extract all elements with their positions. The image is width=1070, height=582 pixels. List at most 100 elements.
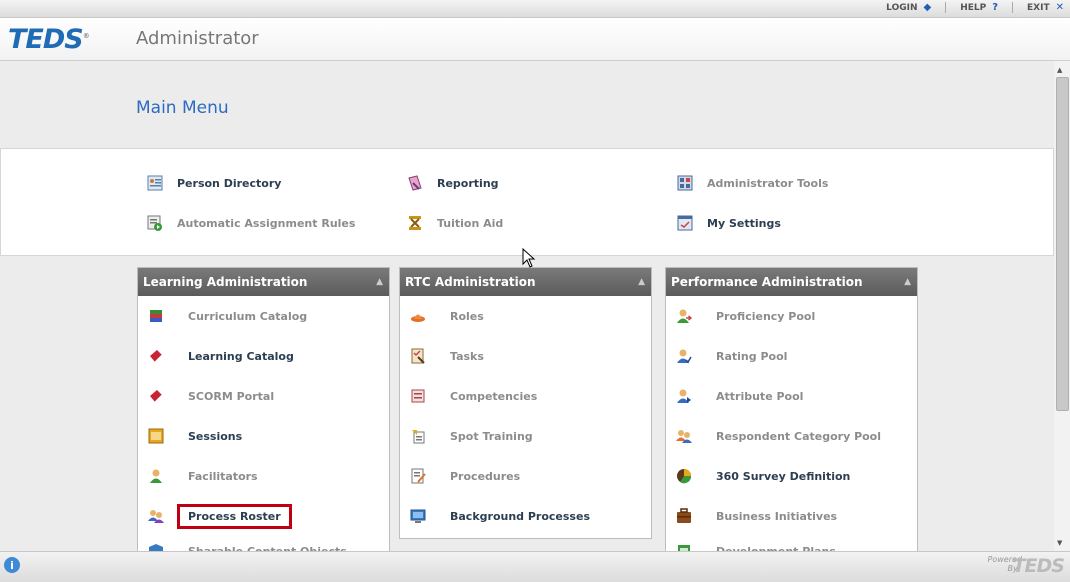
menu-item-roles[interactable]: Roles <box>400 296 651 336</box>
menu-item-spot-training[interactable]: Spot Training <box>400 416 651 456</box>
quick-link-my-settings[interactable]: My Settings <box>677 215 781 231</box>
exit-link[interactable]: EXIT ✕ <box>1027 2 1064 13</box>
menu-item-business-initiatives[interactable]: Business Initiatives <box>666 496 917 536</box>
process-roster-highlight[interactable]: Process Roster <box>177 503 292 529</box>
page-title: Main Menu <box>136 98 229 118</box>
menu-item-competencies[interactable]: Competencies <box>400 376 651 416</box>
tasks-icon <box>410 348 426 364</box>
menu-item-facilitators[interactable]: Facilitators <box>138 456 389 496</box>
roster-icon <box>148 508 164 524</box>
procedures-icon <box>410 468 426 484</box>
login-label: LOGIN <box>886 2 918 13</box>
scroll-down-icon[interactable]: ▼ <box>1057 539 1062 547</box>
help-link[interactable]: HELP ? <box>960 2 998 13</box>
respondent-icon <box>676 428 692 444</box>
quick-links: Person Directory Reporting Administrator… <box>0 148 1054 256</box>
person-icon <box>148 468 164 484</box>
menu-item-label: Background Processes <box>450 509 590 523</box>
panel-title: Learning Administration <box>143 275 308 289</box>
mouse-cursor-icon <box>522 247 536 271</box>
help-label: HELP <box>960 2 987 13</box>
survey-icon <box>676 468 692 484</box>
menu-item-label: Curriculum Catalog <box>188 309 308 323</box>
menu-item-proficiency-pool[interactable]: Proficiency Pool <box>666 296 917 336</box>
admin-tools-icon <box>677 175 693 191</box>
footer-teds-logo: TEDS <box>1012 555 1065 577</box>
menu-item-360-survey-definition[interactable]: 360 Survey Definition <box>666 456 917 496</box>
menu-item-learning-catalog[interactable]: Learning Catalog <box>138 336 389 376</box>
panel-header[interactable]: Learning Administration ▲ <box>138 268 389 296</box>
menu-item-label: Spot Training <box>450 429 533 443</box>
menu-item-label: Business Initiatives <box>716 509 838 523</box>
diamond-icon: ◆ <box>923 2 932 13</box>
quick-link-automatic-assignment-rules[interactable]: Automatic Assignment Rules <box>147 215 355 231</box>
question-icon: ? <box>992 2 999 13</box>
attribute-icon <box>676 388 692 404</box>
login-link[interactable]: LOGIN ◆ <box>886 2 931 13</box>
reporting-icon <box>407 175 423 191</box>
footer-bar: i Powered By TEDS <box>0 551 1070 582</box>
quick-link-label: Reporting <box>437 176 499 190</box>
chevron-up-icon[interactable]: ▲ <box>904 277 911 287</box>
book-icon <box>148 348 164 364</box>
settings-icon <box>677 215 693 231</box>
info-icon[interactable]: i <box>4 557 20 573</box>
person-directory-icon <box>147 175 163 191</box>
menu-item-process-roster[interactable]: Process Roster <box>138 496 389 536</box>
assignment-rules-icon <box>147 215 163 231</box>
quick-link-label: Tuition Aid <box>437 216 504 230</box>
panel-title: RTC Administration <box>405 275 536 289</box>
vertical-scrollbar[interactable]: ▲ ▼ <box>1054 61 1070 551</box>
tuition-aid-icon <box>407 215 423 231</box>
quick-link-administrator-tools[interactable]: Administrator Tools <box>677 175 828 191</box>
scrollbar-thumb[interactable] <box>1056 77 1069 411</box>
rating-icon <box>676 348 692 364</box>
menu-item-background-processes[interactable]: Background Processes <box>400 496 651 536</box>
chevron-up-icon[interactable]: ▲ <box>376 277 383 287</box>
menu-item-curriculum-catalog[interactable]: Curriculum Catalog <box>138 296 389 336</box>
menu-item-label: Roles <box>450 309 484 323</box>
menu-item-label: Proficiency Pool <box>716 309 816 323</box>
scroll-up-icon[interactable]: ▲ <box>1057 66 1062 74</box>
divider <box>945 2 947 13</box>
books-icon <box>148 308 164 324</box>
app-header: TEDS® Administrator <box>0 18 1070 61</box>
quick-link-label: My Settings <box>707 216 781 230</box>
exit-label: EXIT <box>1027 2 1050 13</box>
panel-header[interactable]: Performance Administration ▲ <box>666 268 917 296</box>
menu-item-label: Respondent Category Pool <box>716 429 882 443</box>
close-icon: ✕ <box>1055 2 1064 13</box>
menu-item-label: Competencies <box>450 389 538 403</box>
teds-logo: TEDS® <box>8 24 90 55</box>
hat-icon <box>410 308 426 324</box>
monitor-icon <box>410 508 426 524</box>
menu-item-label: Procedures <box>450 469 521 483</box>
menu-item-scorm-portal[interactable]: SCORM Portal <box>138 376 389 416</box>
top-bar: LOGIN ◆ HELP ? EXIT ✕ <box>0 0 1070 18</box>
quick-link-reporting[interactable]: Reporting <box>407 175 499 191</box>
performance-administration-panel: Performance Administration ▲ Proficiency… <box>665 267 918 553</box>
proficiency-icon <box>676 308 692 324</box>
quick-link-person-directory[interactable]: Person Directory <box>147 175 281 191</box>
menu-item-tasks[interactable]: Tasks <box>400 336 651 376</box>
book-icon <box>148 388 164 404</box>
learning-administration-panel: Learning Administration ▲ Curriculum Cat… <box>137 267 390 553</box>
quick-link-label: Person Directory <box>177 176 282 190</box>
menu-item-respondent-category-pool[interactable]: Respondent Category Pool <box>666 416 917 456</box>
menu-item-label: Attribute Pool <box>716 389 804 403</box>
menu-item-label: Facilitators <box>188 469 258 483</box>
menu-item-label: 360 Survey Definition <box>716 469 851 483</box>
chevron-up-icon[interactable]: ▲ <box>638 277 645 287</box>
menu-item-rating-pool[interactable]: Rating Pool <box>666 336 917 376</box>
menu-item-label: SCORM Portal <box>188 389 275 403</box>
menu-item-label: Tasks <box>450 349 484 363</box>
divider <box>1012 2 1014 13</box>
menu-item-procedures[interactable]: Procedures <box>400 456 651 496</box>
quick-link-label: Automatic Assignment Rules <box>177 216 356 230</box>
menu-item-attribute-pool[interactable]: Attribute Pool <box>666 376 917 416</box>
quick-link-tuition-aid[interactable]: Tuition Aid <box>407 215 503 231</box>
calendar-icon <box>148 428 164 444</box>
menu-item-sessions[interactable]: Sessions <box>138 416 389 456</box>
panel-header[interactable]: RTC Administration ▲ <box>400 268 651 296</box>
panel-title: Performance Administration <box>671 275 863 289</box>
